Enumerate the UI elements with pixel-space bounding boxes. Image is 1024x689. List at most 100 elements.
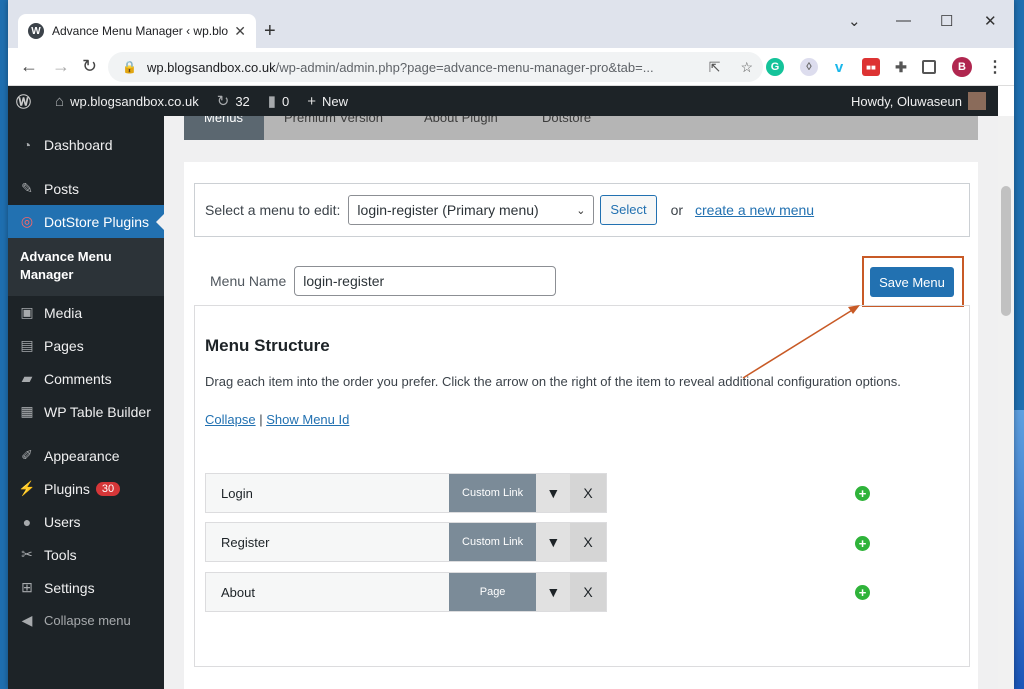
tab-about-plugin[interactable]: About Plugin: [424, 116, 498, 140]
comments-link[interactable]: ▮ 0: [268, 92, 290, 110]
users-icon: ●: [22, 513, 32, 530]
plugin-tabs: Menus Premium Version About Plugin Dotst…: [184, 116, 978, 140]
side-panel-icon[interactable]: [922, 60, 936, 74]
dashboard-icon: ◔: [22, 136, 32, 153]
close-window-button[interactable]: ✕: [984, 12, 997, 30]
plugins-update-badge: 30: [95, 481, 121, 496]
menu-item-type: Custom Link: [448, 474, 537, 512]
maximize-button[interactable]: ☐: [940, 12, 953, 30]
or-text: or: [670, 202, 684, 218]
reload-icon[interactable]: ↻: [82, 56, 97, 77]
select-button[interactable]: Select: [600, 195, 657, 225]
home-icon: ⌂: [55, 92, 65, 110]
new-tab-button[interactable]: +: [264, 20, 276, 43]
share-icon[interactable]: ⇱: [709, 59, 721, 76]
minimize-button[interactable]: —: [896, 12, 911, 29]
select-menu-label: Select a menu to edit:: [205, 202, 341, 218]
site-name-link[interactable]: ⌂ wp.blogsandbox.co.uk: [55, 93, 199, 110]
add-item-icon[interactable]: +: [855, 536, 870, 551]
add-item-icon[interactable]: +: [855, 585, 870, 600]
recorder-extension-icon[interactable]: ■■: [862, 58, 880, 76]
menu-select-bar: Select a menu to edit: login-register (P…: [194, 183, 970, 237]
menu-item-type: Page: [448, 573, 537, 611]
user-avatar: [968, 92, 986, 110]
wp-admin-bar: Ⓦ ⌂ wp.blogsandbox.co.uk ↻ 32 ▮ 0 + New Howd…: [8, 86, 998, 116]
comment-bubble-icon: ▮: [267, 93, 277, 110]
browser-tab[interactable]: W Advance Menu Manager ‹ wp.blo ✕: [18, 14, 256, 48]
scrollbar-thumb[interactable]: [1001, 186, 1011, 316]
sidebar-item-comments[interactable]: ▰ Comments: [8, 362, 164, 395]
sidebar-item-posts[interactable]: ✎ Posts: [8, 172, 164, 205]
admin-sidebar: ◔ Dashboard ✎ Posts ◎ DotStore Plugins Adva…: [8, 116, 164, 689]
tab-menus[interactable]: Menus: [184, 116, 264, 140]
pages-icon: ▤: [20, 337, 34, 353]
sidebar-item-tools[interactable]: ✂ Tools: [8, 538, 164, 571]
sidebar-item-dotstore[interactable]: ◎ DotStore Plugins: [8, 205, 164, 238]
wordpress-logo-icon[interactable]: Ⓦ: [16, 91, 37, 112]
menu-item-row[interactable]: Login Custom Link ▼ X: [205, 473, 607, 513]
plugin-icon: ⚡: [18, 480, 36, 496]
menu-name-row: Menu Name login-register: [210, 266, 557, 296]
media-icon: ▣: [20, 304, 34, 320]
sidebar-item-settings[interactable]: ⊞ Settings: [8, 571, 164, 604]
profile-avatar[interactable]: B: [952, 57, 972, 77]
new-content-link[interactable]: + New: [307, 93, 348, 110]
menu-editor-panel: Select a menu to edit: login-register (P…: [184, 162, 978, 689]
tab-dotstore[interactable]: Dotstore: [542, 116, 591, 140]
menu-name-label: Menu Name: [210, 273, 287, 289]
grammarly-extension-icon[interactable]: G: [766, 58, 784, 76]
sidebar-item-plugins[interactable]: ⚡ Plugins 30: [8, 472, 164, 505]
sidebar-submenu-advance-menu-manager[interactable]: Advance Menu Manager: [8, 238, 164, 296]
menu-item-label: Login: [221, 485, 253, 501]
browser-menu-icon[interactable]: ⋮: [986, 58, 1004, 76]
save-menu-button[interactable]: Save Menu: [870, 267, 954, 297]
page-scrollbar[interactable]: [998, 116, 1014, 689]
sidebar-item-users[interactable]: ● Users: [8, 505, 164, 538]
collapse-menu-button[interactable]: ◀ Collapse menu: [8, 604, 164, 637]
menu-name-input[interactable]: login-register: [294, 266, 557, 296]
menu-select-dropdown[interactable]: login-register (Primary menu) ⌄: [348, 195, 595, 225]
collapse-link[interactable]: Collapse: [205, 412, 256, 427]
menu-item-row[interactable]: Register Custom Link ▼ X: [205, 522, 607, 562]
tab-title: Advance Menu Manager ‹ wp.blo: [52, 24, 229, 38]
tab-premium-version[interactable]: Premium Version: [284, 116, 383, 140]
add-item-icon[interactable]: +: [855, 486, 870, 501]
vimeo-extension-icon[interactable]: v: [830, 58, 848, 76]
chevron-down-icon: ⌄: [576, 204, 586, 217]
expand-arrow-icon[interactable]: ▼: [536, 523, 571, 561]
sidebar-item-wp-table-builder[interactable]: ▦ WP Table Builder: [8, 395, 164, 428]
show-menu-id-link[interactable]: Show Menu Id: [266, 412, 349, 427]
updates-icon: ↻: [216, 93, 230, 110]
sidebar-item-media[interactable]: ▣ Media: [8, 296, 164, 329]
address-bar[interactable]: 🔒 wp.blogsandbox.co.uk/wp-admin/admin.ph…: [108, 52, 763, 82]
expand-arrow-icon[interactable]: ▼: [536, 573, 571, 611]
forward-arrow-icon[interactable]: →: [52, 56, 70, 77]
browser-window: W Advance Menu Manager ‹ wp.blo ✕ + ⌄ — …: [8, 0, 1014, 689]
delete-item-button[interactable]: X: [570, 474, 606, 512]
menu-item-label: Register: [221, 534, 270, 550]
main-content: Menus Premium Version About Plugin Dotst…: [164, 116, 998, 689]
menu-structure-title: Menu Structure: [205, 336, 330, 355]
tab-search-icon[interactable]: ⌄: [848, 12, 861, 30]
extensions-puzzle-icon[interactable]: ✚: [892, 58, 910, 76]
account-menu[interactable]: Howdy, Oluwaseun: [851, 92, 986, 110]
sidebar-item-pages[interactable]: ▤ Pages: [8, 329, 164, 362]
bookmark-star-icon[interactable]: ☆: [740, 59, 753, 76]
delete-item-button[interactable]: X: [570, 523, 606, 561]
tab-close-icon[interactable]: ✕: [234, 23, 246, 40]
create-new-menu-link[interactable]: create a new menu: [695, 202, 814, 218]
browser-tabbar: W Advance Menu Manager ‹ wp.blo ✕ + ⌄ — …: [8, 0, 1014, 48]
updates-link[interactable]: ↻ 32: [217, 92, 250, 110]
wrench-icon: ✂: [21, 546, 33, 562]
pin-icon: ✎: [21, 180, 33, 196]
expand-arrow-icon[interactable]: ▼: [536, 474, 571, 512]
lock-icon: 🔒: [122, 60, 137, 74]
delete-item-button[interactable]: X: [570, 573, 606, 611]
collapse-icon: ◀: [21, 612, 33, 628]
menu-item-row[interactable]: About Page ▼ X: [205, 572, 607, 612]
shield-extension-icon[interactable]: ◊: [800, 58, 818, 76]
back-arrow-icon[interactable]: ←: [20, 56, 38, 77]
sidebar-item-appearance[interactable]: ✐ Appearance: [8, 439, 164, 472]
structure-links: Collapse | Show Menu Id: [205, 412, 350, 427]
sidebar-item-dashboard[interactable]: ◔ Dashboard: [8, 128, 164, 161]
